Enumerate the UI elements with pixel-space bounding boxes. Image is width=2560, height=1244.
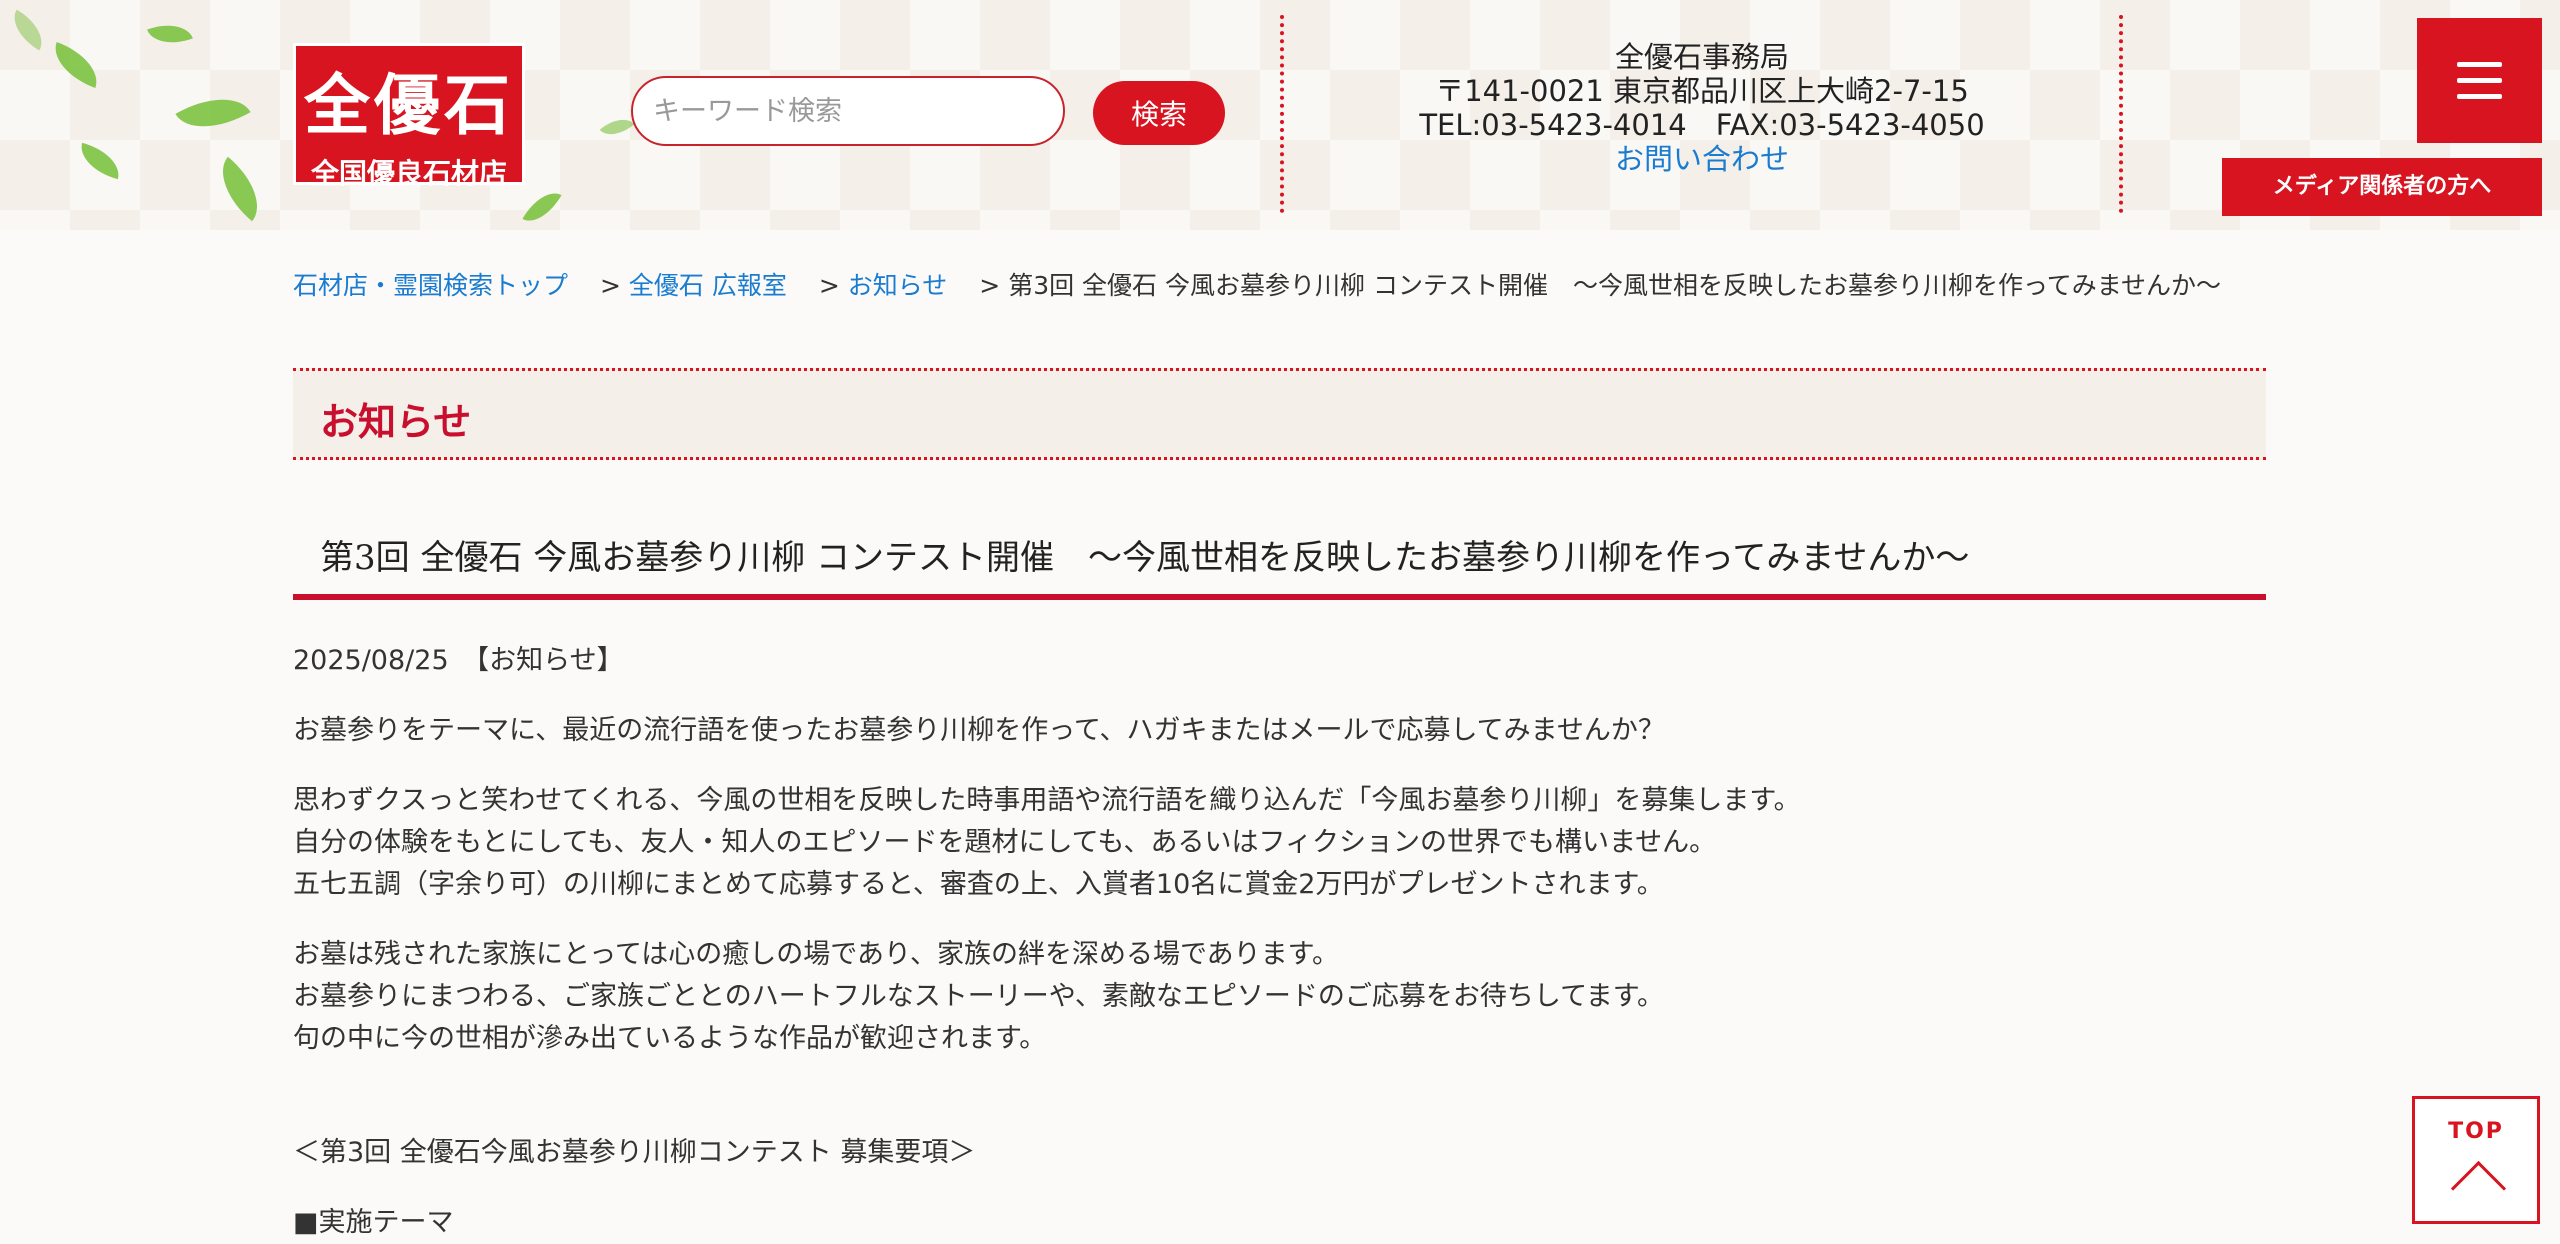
title-underline (293, 594, 2266, 600)
article-title: 第3回 全優石 今風お墓参り川柳 コンテスト開催 ～今風世相を反映したお墓参り川… (320, 538, 1970, 578)
paragraph-line: お墓は残された家族にとっては心の癒しの場であり、家族の絆を深める場であります。 (293, 939, 1339, 970)
breadcrumb-link-pr[interactable]: 全優石 広報室 (629, 271, 787, 300)
breadcrumb-link-news[interactable]: お知らせ (848, 271, 948, 300)
search-button[interactable]: 検索 (1093, 81, 1225, 145)
paragraph-line: お墓参りにまつわる、ご家族ごととのハートフルなストーリーや、素敵なエピソードのご… (293, 981, 1665, 1012)
office-info: 全優石事務局 〒141-0021 東京都品川区上大崎2-7-15 TEL:03-… (1286, 40, 2118, 176)
office-address: 〒141-0021 東京都品川区上大崎2-7-15 (1435, 74, 1969, 108)
office-name: 全優石事務局 (1614, 40, 1789, 74)
leaf-decoration (175, 80, 251, 146)
article-meta: 2025/08/25 【お知らせ】 (293, 645, 624, 676)
paragraph-line: 思わずクスっと笑わせてくれる、今風の世相を反映した時事用語や流行語を織り込んだ「… (293, 785, 1801, 816)
leaf-decoration (46, 42, 106, 88)
chevron-up-icon (2450, 1160, 2507, 1217)
leaf-decoration (599, 110, 635, 144)
paragraph-line: 五七五調（字余り可）の川柳にまとめて応募すると、審査の上、入賞者10名に賞金2万… (293, 869, 1664, 900)
contact-link[interactable]: お問い合わせ (1286, 142, 2118, 176)
media-relations-button[interactable]: メディア関係者の方へ (2222, 158, 2542, 216)
header-divider (1280, 15, 1284, 213)
theme-heading: ■実施テーマ (293, 1207, 454, 1238)
hamburger-menu-icon[interactable] (2417, 18, 2542, 143)
site-logo[interactable]: 全優石 全国優良石材店 (293, 43, 525, 190)
breadcrumb-separator: > (818, 271, 840, 300)
leaf-decoration (4, 9, 52, 51)
top-label: TOP (2448, 1119, 2504, 1144)
leaf-decoration (75, 142, 125, 180)
office-phone-fax: TEL:03-5423-4014 FAX:03-5423-4050 (1419, 108, 1985, 142)
breadcrumb-current: 第3回 全優石 今風お墓参り川柳 コンテスト開催 ～今風世相を反映したお墓参り川… (1008, 271, 2221, 300)
header-divider (2119, 15, 2123, 213)
guidelines-heading: ＜第3回 全優石今風お墓参り川柳コンテスト 募集要項＞ (293, 1137, 976, 1168)
paragraph-line: お墓参りをテーマに、最近の流行語を使ったお墓参り川柳を作って、ハガキまたはメール… (293, 715, 1665, 746)
breadcrumb-link-top[interactable]: 石材店・霊園検索トップ (293, 271, 568, 300)
logo-main-text: 全優石 (304, 67, 514, 144)
site-header: 全優石 全国優良石材店 検索 全優石事務局 〒141-0021 東京都品川区上大… (0, 0, 2560, 230)
breadcrumb: 石材店・霊園検索トップ > 全優石 広報室 > お知らせ > 第3回 全優石 今風お墓… (293, 266, 2221, 302)
breadcrumb-separator: > (599, 271, 621, 300)
article-body: 2025/08/25 【お知らせ】 お墓参りをテーマに、最近の流行語を使ったお墓… (293, 640, 2266, 1244)
logo-sub-text: 全国優良石材店 (310, 157, 507, 190)
paragraph-line: 自分の体験をもとにしても、友人・知人のエピソードを題材にしても、あるいはフィクシ… (293, 827, 1717, 858)
search-input[interactable] (631, 76, 1065, 146)
leaf-decoration (522, 184, 562, 230)
breadcrumb-separator: > (979, 271, 1001, 300)
leaf-decoration (206, 156, 274, 222)
leaf-decoration (147, 15, 193, 53)
section-heading: お知らせ (320, 399, 472, 444)
section-header: お知らせ (293, 368, 2266, 460)
paragraph-line: 句の中に今の世相が滲み出ているような作品が歓迎されます。 (293, 1023, 1047, 1054)
back-to-top-button[interactable]: TOP (2412, 1096, 2540, 1224)
